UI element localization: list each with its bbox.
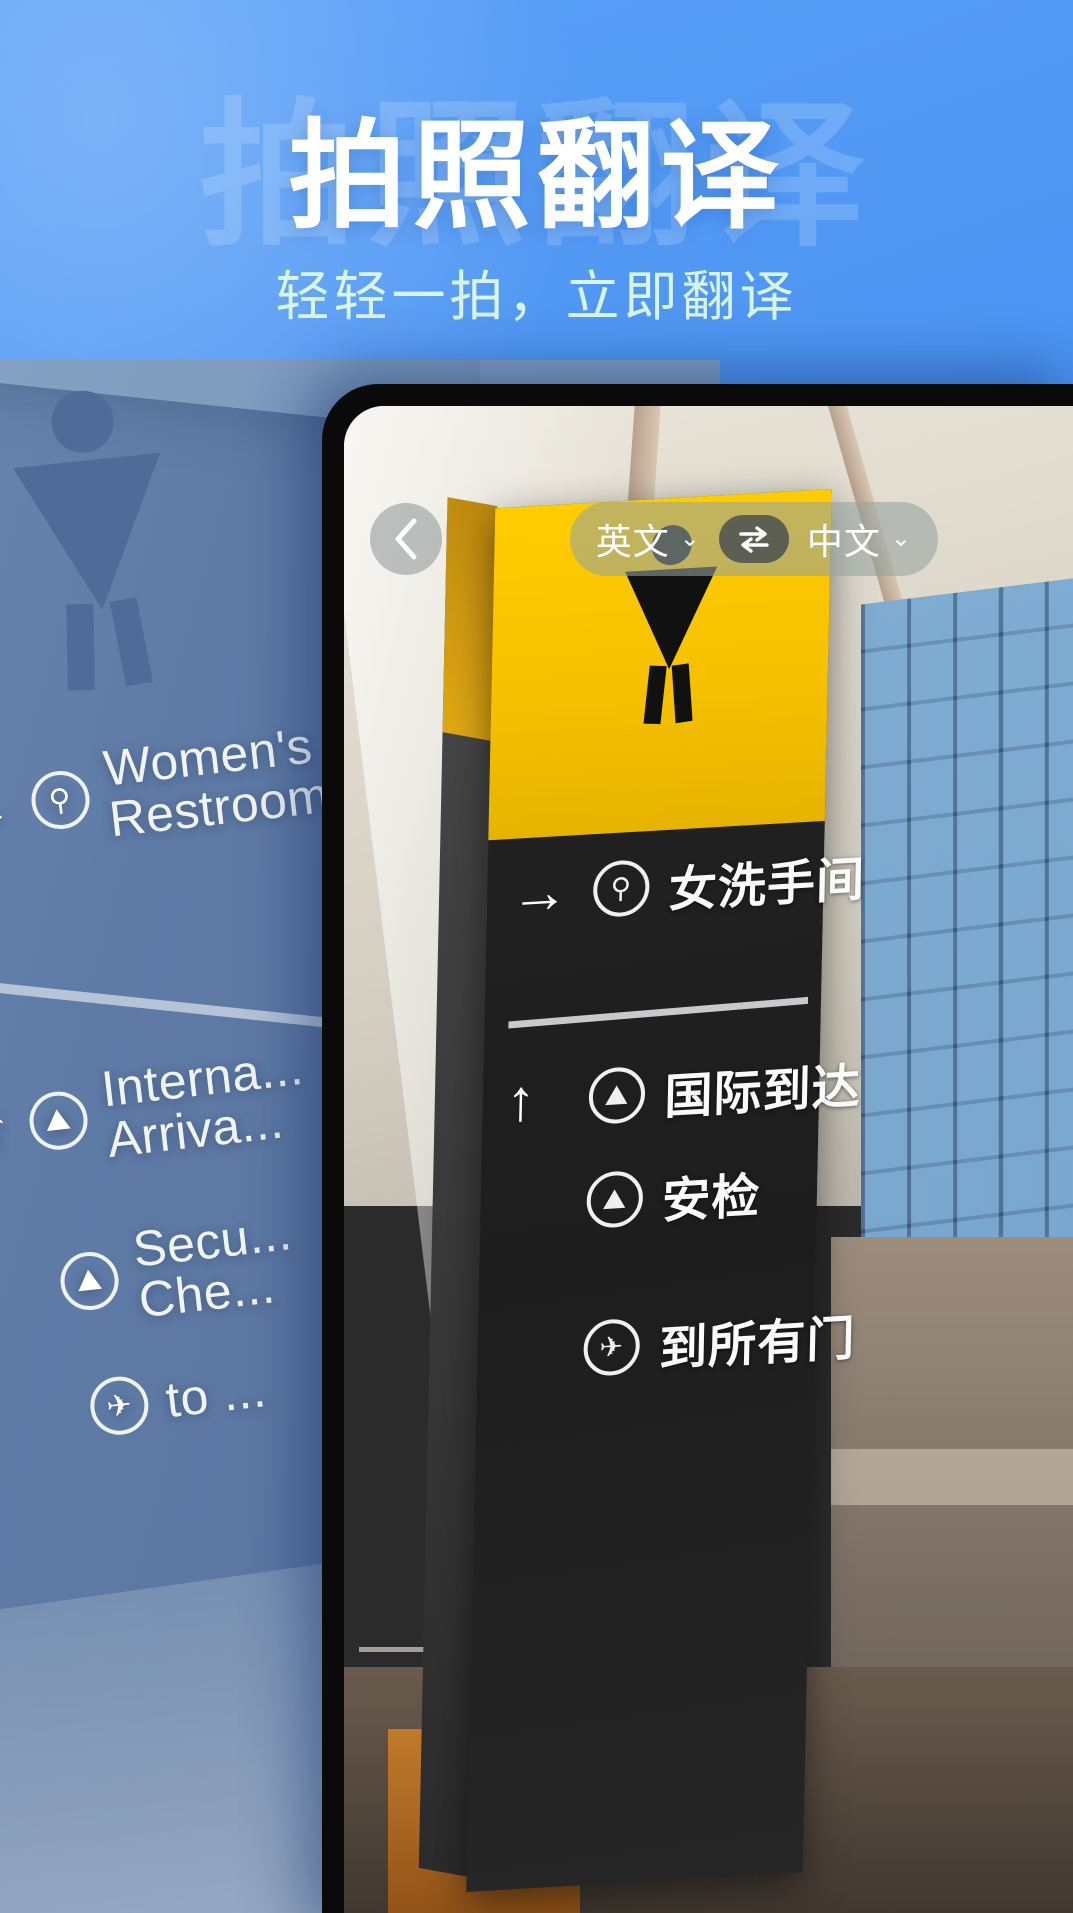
arrow-right-icon: → xyxy=(509,858,569,927)
escalator-down-icon: ⛰ xyxy=(25,1088,91,1153)
escalator-down-icon: ⛰ xyxy=(587,1065,645,1126)
poster-background: → ⚲ Women's Restroom ↑ ⛰ Interna... Arri… xyxy=(0,0,1073,1913)
chevron-down-icon: ⌄ xyxy=(890,525,912,552)
language-selector-pill: 英文 ⌄ 中文 ⌄ xyxy=(569,502,938,576)
phone-screen: → ⚲ 女洗手间 ↑ ⛰ 国际到达 ⛰ 安检 ✈ 到所有门 英文 ⌄ 中文 ⌄ xyxy=(344,406,1073,1913)
chevron-left-icon xyxy=(395,518,417,560)
arrow-up-icon: ↑ xyxy=(505,1067,536,1134)
source-language-button[interactable]: 英文 ⌄ xyxy=(596,513,701,565)
sign-row-international-arrivals: ↑ ⛰ 国际到达 xyxy=(505,1050,861,1137)
sign-label-security-check: 安检 xyxy=(661,1170,761,1229)
background-sign-label: Interna... Arriva... xyxy=(99,1039,312,1168)
translated-sign-rows: → ⚲ 女洗手间 ↑ ⛰ 国际到达 ⛰ 安检 ✈ 到所有门 xyxy=(466,835,866,1878)
sign-label-restroom: 女洗手间 xyxy=(667,853,866,918)
arrow-right-icon: → xyxy=(0,771,18,846)
pillar-face: → ⚲ 女洗手间 ↑ ⛰ 国际到达 ⛰ 安检 ✈ 到所有门 xyxy=(465,489,866,1893)
camera-viewfinder: → ⚲ 女洗手间 ↑ ⛰ 国际到达 ⛰ 安检 ✈ 到所有门 xyxy=(344,406,1073,1913)
background-sign-row: → ⚲ Women's Restroom xyxy=(0,717,332,863)
target-language-button[interactable]: 中文 ⌄ xyxy=(807,513,912,565)
sign-label-international-arrivals: 国际到达 xyxy=(663,1060,861,1125)
page-title: 拍照翻译 xyxy=(288,111,785,243)
background-sign-row: ✈ to ... xyxy=(87,1360,269,1438)
background-sign-row: ⛰ Secu... Che... xyxy=(55,1204,300,1335)
sign-row-restroom: → ⚲ 女洗手间 xyxy=(509,843,866,930)
escalator-down-icon: ⛰ xyxy=(585,1169,643,1230)
target-language-label: 中文 xyxy=(806,521,881,562)
airplane-icon: ✈ xyxy=(87,1373,152,1438)
sign-label-all-gates: 到所有门 xyxy=(658,1312,856,1377)
source-language-label: 英文 xyxy=(595,521,670,562)
background-sign-label: to ... xyxy=(162,1360,269,1428)
background-sign-label-line: to ... xyxy=(162,1360,269,1428)
sign-row-security-check: ⛰ 安检 xyxy=(503,1154,804,1241)
background-sign-label: Women's Restroom xyxy=(101,717,332,847)
chevron-down-icon: ⌄ xyxy=(679,525,701,552)
airport-sign-pillar: → ⚲ 女洗手间 ↑ ⛰ 国际到达 ⛰ 安检 ✈ 到所有门 xyxy=(418,489,865,1893)
arrow-up-icon: ↑ xyxy=(0,1092,16,1163)
poster-subtitle: 轻轻一拍，立即翻译 xyxy=(275,267,798,327)
background-sign-row: ↑ ⛰ Interna... Arriva... xyxy=(0,1039,312,1180)
camera-toolbar: 英文 ⌄ 中文 ⌄ xyxy=(344,502,1073,576)
poster-title-block: 拍照翻译 拍照翻译 xyxy=(0,88,1073,265)
escalator-down-icon: ⛰ xyxy=(57,1248,122,1314)
restroom-women-icon: ⚲ xyxy=(27,767,93,833)
swap-horizontal-icon xyxy=(739,526,769,553)
airplane-icon: ✈ xyxy=(582,1317,640,1378)
swap-languages-button[interactable] xyxy=(718,515,789,563)
background-sign-label: Secu... Che... xyxy=(130,1204,300,1328)
back-button[interactable] xyxy=(370,503,442,575)
phone-mockup: → ⚲ 女洗手间 ↑ ⛰ 国际到达 ⛰ 安检 ✈ 到所有门 英文 ⌄ 中文 ⌄ xyxy=(322,384,1073,1913)
restroom-women-icon: ⚲ xyxy=(591,858,649,919)
sign-gap xyxy=(508,947,808,1008)
